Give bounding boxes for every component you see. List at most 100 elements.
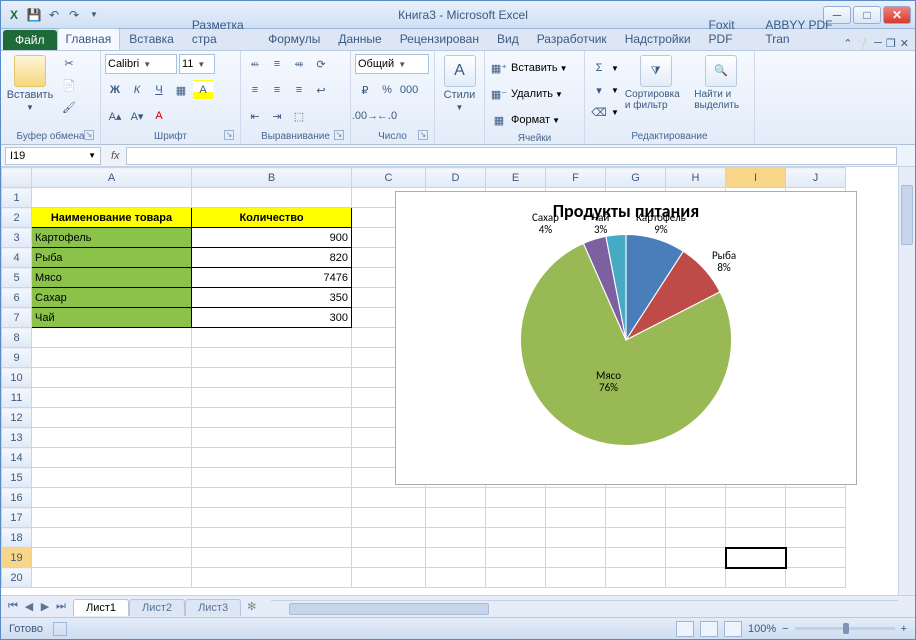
fill-color-button[interactable]: A (193, 80, 213, 100)
maximize-button[interactable]: □ (853, 6, 881, 24)
merge-icon[interactable]: ⬚ (289, 106, 309, 126)
sheet-tab-3[interactable]: Лист3 (185, 599, 241, 616)
row-header-15[interactable]: 15 (2, 468, 32, 488)
view-layout-icon[interactable] (700, 621, 718, 637)
col-header-G[interactable]: G (606, 168, 666, 188)
cell-D18[interactable] (426, 528, 486, 548)
cell-I16[interactable] (726, 488, 786, 508)
new-sheet-icon[interactable]: ✻ (241, 600, 262, 613)
cell-H16[interactable] (666, 488, 726, 508)
minimize-ribbon-icon[interactable]: ⌃ (843, 37, 852, 50)
qat-dropdown-icon[interactable]: ▼ (85, 6, 103, 24)
increase-indent-icon[interactable]: ⇥ (267, 106, 287, 126)
cell-A14[interactable] (32, 448, 192, 468)
sheet-tab-2[interactable]: Лист2 (129, 599, 185, 616)
clipboard-launcher-icon[interactable]: ↘ (84, 130, 94, 140)
cell-F16[interactable] (546, 488, 606, 508)
cut-icon[interactable]: ✂ (59, 53, 79, 73)
cell-A15[interactable] (32, 468, 192, 488)
cell-B14[interactable] (192, 448, 352, 468)
styles-button[interactable]: AСтили▼ (439, 53, 480, 114)
cell-F17[interactable] (546, 508, 606, 528)
cell-B13[interactable] (192, 428, 352, 448)
cell-B4[interactable]: 820 (192, 248, 352, 268)
cell-C20[interactable] (352, 568, 426, 588)
sheet-tab-1[interactable]: Лист1 (73, 599, 129, 616)
orientation-icon[interactable]: ⟳ (311, 54, 331, 74)
sheet-nav-first-icon[interactable]: ⏮ (5, 600, 21, 613)
cell-B12[interactable] (192, 408, 352, 428)
tab-review[interactable]: Рецензирован (391, 28, 488, 50)
help-icon[interactable]: ❔ (856, 37, 870, 50)
grow-font-icon[interactable]: A▴ (105, 106, 125, 126)
zoom-out-icon[interactable]: − (782, 623, 788, 635)
col-header-I[interactable]: I (726, 168, 786, 188)
cell-B20[interactable] (192, 568, 352, 588)
clear-icon[interactable]: ⌫ (589, 102, 609, 122)
cell-B6[interactable]: 350 (192, 288, 352, 308)
cell-B8[interactable] (192, 328, 352, 348)
alignment-launcher-icon[interactable]: ↘ (334, 130, 344, 140)
col-header-F[interactable]: F (546, 168, 606, 188)
sort-filter-button[interactable]: ⧩Сортировка и фильтр (623, 53, 688, 113)
embedded-chart[interactable]: Продукты питания Картофель9% Рыба8% Мясо… (395, 191, 857, 485)
decrease-indent-icon[interactable]: ⇤ (245, 106, 265, 126)
cell-B7[interactable]: 300 (192, 308, 352, 328)
cell-G16[interactable] (606, 488, 666, 508)
row-header-9[interactable]: 9 (2, 348, 32, 368)
align-center-icon[interactable]: ≡ (267, 80, 287, 100)
formula-input[interactable] (126, 147, 897, 165)
paste-button[interactable]: Вставить ▼ (5, 53, 55, 114)
cell-G17[interactable] (606, 508, 666, 528)
undo-icon[interactable]: ↶ (45, 6, 63, 24)
align-bottom-icon[interactable]: ⬵ (289, 54, 309, 74)
sheet-nav-last-icon[interactable]: ⏭ (53, 600, 69, 613)
select-all-corner[interactable] (2, 168, 32, 188)
col-header-C[interactable]: C (352, 168, 426, 188)
cell-D20[interactable] (426, 568, 486, 588)
autosum-icon[interactable]: Σ (589, 58, 609, 78)
cell-A17[interactable] (32, 508, 192, 528)
increase-decimal-icon[interactable]: .00→ (355, 106, 375, 126)
cell-H19[interactable] (666, 548, 726, 568)
cell-J16[interactable] (786, 488, 846, 508)
row-header-10[interactable]: 10 (2, 368, 32, 388)
col-header-A[interactable]: A (32, 168, 192, 188)
cell-J20[interactable] (786, 568, 846, 588)
cell-E18[interactable] (486, 528, 546, 548)
cell-J19[interactable] (786, 548, 846, 568)
cell-F18[interactable] (546, 528, 606, 548)
col-header-H[interactable]: H (666, 168, 726, 188)
cell-D16[interactable] (426, 488, 486, 508)
percent-icon[interactable]: % (377, 80, 397, 100)
comma-icon[interactable]: 000 (399, 80, 419, 100)
cell-J17[interactable] (786, 508, 846, 528)
align-right-icon[interactable]: ≡ (289, 80, 309, 100)
cell-A6[interactable]: Сахар (32, 288, 192, 308)
format-painter-icon[interactable]: 🖌 (59, 97, 79, 117)
row-header-20[interactable]: 20 (2, 568, 32, 588)
tab-view[interactable]: Вид (488, 28, 528, 50)
cell-A10[interactable] (32, 368, 192, 388)
col-header-E[interactable]: E (486, 168, 546, 188)
zoom-level[interactable]: 100% (748, 623, 776, 635)
cell-A19[interactable] (32, 548, 192, 568)
cell-G18[interactable] (606, 528, 666, 548)
cell-A13[interactable] (32, 428, 192, 448)
cell-H17[interactable] (666, 508, 726, 528)
font-color-button[interactable]: A (149, 106, 169, 126)
cell-A12[interactable] (32, 408, 192, 428)
tab-developer[interactable]: Разработчик (528, 28, 616, 50)
cell-A3[interactable]: Картофель (32, 228, 192, 248)
row-header-13[interactable]: 13 (2, 428, 32, 448)
underline-button[interactable]: Ч (149, 80, 169, 100)
cell-A4[interactable]: Рыба (32, 248, 192, 268)
cell-B11[interactable] (192, 388, 352, 408)
cell-J18[interactable] (786, 528, 846, 548)
cell-A11[interactable] (32, 388, 192, 408)
cell-A8[interactable] (32, 328, 192, 348)
cell-C17[interactable] (352, 508, 426, 528)
col-header-D[interactable]: D (426, 168, 486, 188)
tab-abbyy[interactable]: ABBYY PDF Tran (756, 14, 843, 50)
cell-B17[interactable] (192, 508, 352, 528)
